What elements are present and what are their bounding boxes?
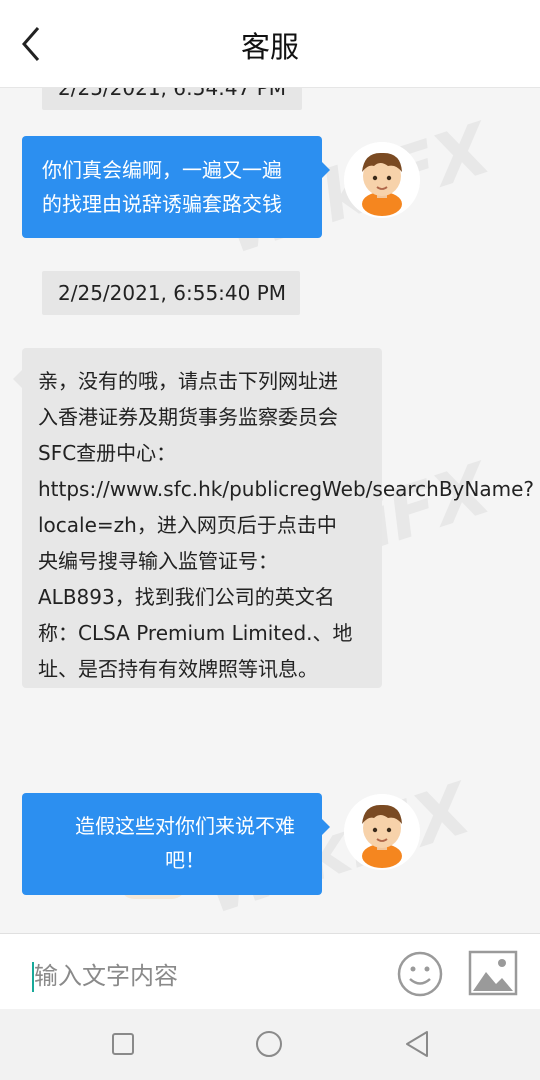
message-link[interactable]: https://www.sfc.hk/publicregWeb/searchBy… [38, 471, 534, 507]
agent-message-bubble[interactable]: 亲，没有的哦，请点击下列网址进 入香港证券及期货事务监察委员会 SFC查册中心：… [13, 348, 534, 688]
message-line: 你们真会编啊，一遍又一遍 [42, 158, 282, 182]
avatar-boy-icon [344, 142, 420, 218]
message-line: 址、是否持有有效牌照等讯息。 [38, 657, 318, 681]
message-line: ALB893，找到我们公司的英文名 [38, 585, 335, 609]
user-message-bubble[interactable]: 造假这些对你们来说不难 吧！ [22, 793, 330, 895]
message-line: 吧！ [165, 848, 205, 872]
message-input[interactable] [34, 958, 364, 994]
timestamp: 2/25/2021, 6:54:47 PM [42, 88, 303, 110]
image-icon[interactable] [468, 950, 518, 996]
message-line: 亲，没有的哦，请点击下列网址进 [38, 369, 338, 393]
message-input-bar [0, 933, 540, 1009]
page-title: 客服 [240, 30, 299, 64]
triangle-back-icon[interactable] [398, 1025, 436, 1063]
message-line: SFC查册中心： [38, 441, 177, 465]
circle-icon[interactable] [250, 1025, 288, 1063]
system-navigation-bar [0, 1009, 540, 1080]
message-line: 央编号搜寻输入监管证号： [38, 549, 278, 573]
message-line: 的找理由说辞诱骗套路交钱 [42, 192, 282, 216]
user-avatar[interactable] [344, 142, 420, 218]
message-line: 入香港证券及期货事务监察委员会 [38, 405, 338, 429]
user-message-bubble[interactable]: 你们真会编啊，一遍又一遍 的找理由说辞诱骗套路交钱 [22, 136, 330, 238]
timestamp: 2/25/2021, 6:55:40 PM [42, 271, 300, 315]
square-icon[interactable] [104, 1025, 142, 1063]
user-avatar[interactable] [344, 794, 420, 870]
header-bar: 客服 [0, 0, 540, 88]
chat-area[interactable]: WikiFX WikiFX WikiFX 2/25/2021, 6:54:47 … [0, 88, 540, 933]
message-line: 造假这些对你们来说不难 [75, 814, 295, 838]
avatar-boy-icon [344, 794, 420, 870]
smiley-icon[interactable] [396, 950, 444, 998]
message-line: 称：CLSA Premium Limited.、地 [38, 621, 353, 645]
message-line: locale=zh，进入网页后于点击中 [38, 513, 337, 537]
